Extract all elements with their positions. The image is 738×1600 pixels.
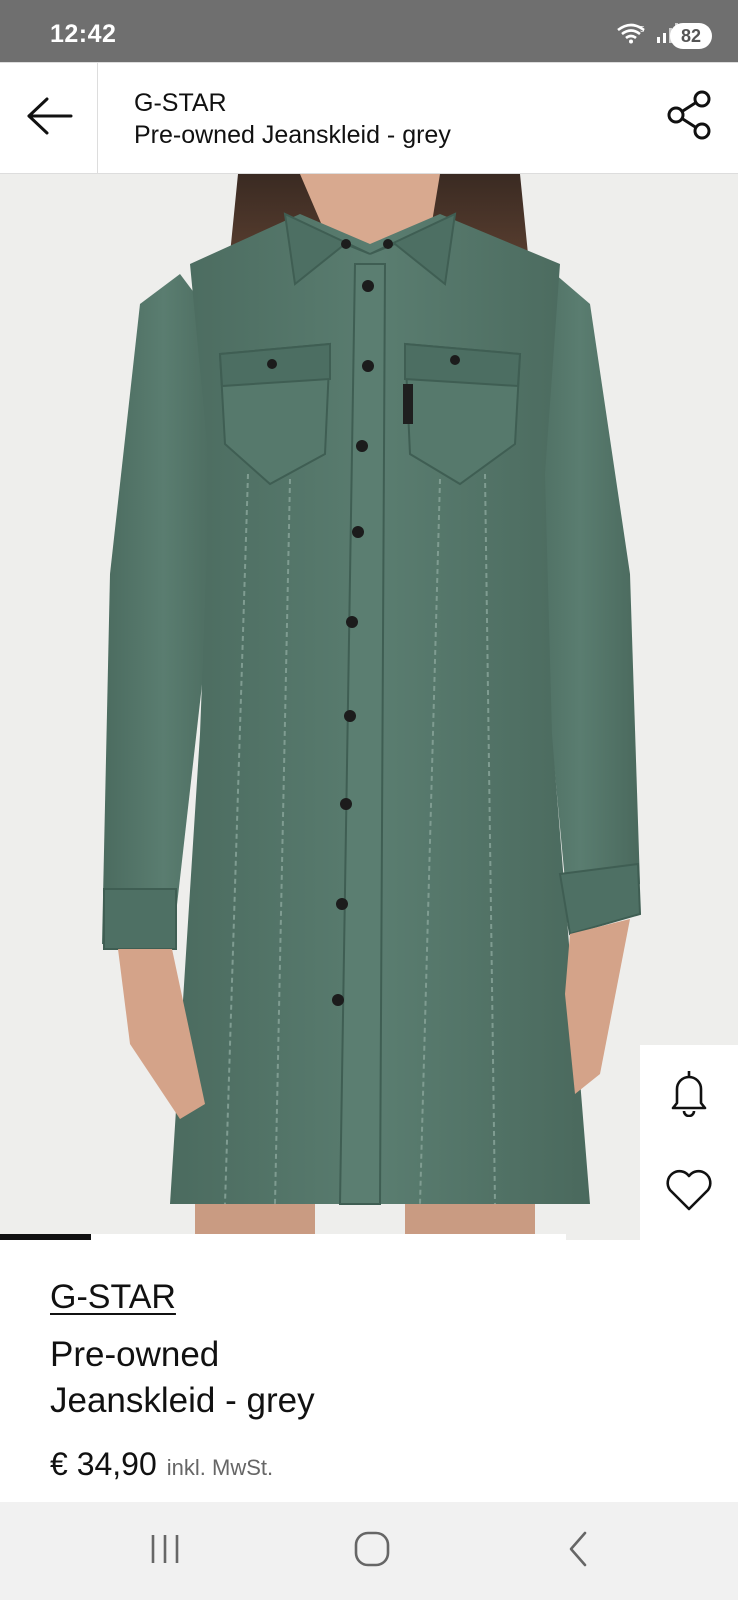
product-title-line2: Jeanskleid - grey [50, 1381, 315, 1420]
tax-note: inkl. MwSt. [166, 1455, 274, 1480]
wishlist-button[interactable] [640, 1143, 738, 1241]
header-title: Pre-owned Jeanskleid - grey [134, 121, 451, 149]
bell-icon [667, 1067, 711, 1122]
recent-apps-button[interactable] [135, 1526, 195, 1576]
back-button[interactable] [0, 63, 98, 173]
share-button[interactable] [662, 89, 718, 145]
product-price: € 34,90 [50, 1446, 157, 1482]
system-back-button[interactable] [548, 1526, 608, 1576]
app-header: G-STAR Pre-owned Jeanskleid - grey [0, 62, 738, 174]
image-action-panel [640, 1045, 738, 1241]
status-icons: 5 [616, 22, 678, 44]
system-nav-bar [0, 1502, 738, 1600]
arrow-left-icon [23, 96, 75, 141]
image-progress-fill [0, 1234, 91, 1240]
home-button[interactable] [342, 1526, 402, 1576]
battery-indicator: 82 [670, 23, 712, 49]
product-image[interactable] [0, 174, 738, 1240]
wifi-icon: 5 [616, 22, 646, 44]
status-time: 12:42 [50, 20, 117, 48]
image-progress-bar [0, 1234, 566, 1240]
status-bar: 12:42 5 82 [0, 0, 738, 62]
back-icon [563, 1530, 593, 1573]
product-title-line1: Pre-owned [50, 1335, 220, 1374]
heart-icon [664, 1167, 714, 1218]
dress-illustration [0, 174, 738, 1240]
home-icon [353, 1530, 391, 1573]
product-brand-link[interactable]: G-STAR [50, 1278, 176, 1317]
recent-apps-icon [147, 1532, 183, 1571]
product-title: Pre-owned Jeanskleid - grey [50, 1332, 570, 1424]
share-icon [664, 89, 716, 146]
svg-text:5: 5 [640, 25, 645, 34]
notify-button[interactable] [640, 1045, 738, 1143]
header-brand: G-STAR [134, 89, 227, 117]
price-row: € 34,90 inkl. MwSt. [50, 1446, 273, 1483]
